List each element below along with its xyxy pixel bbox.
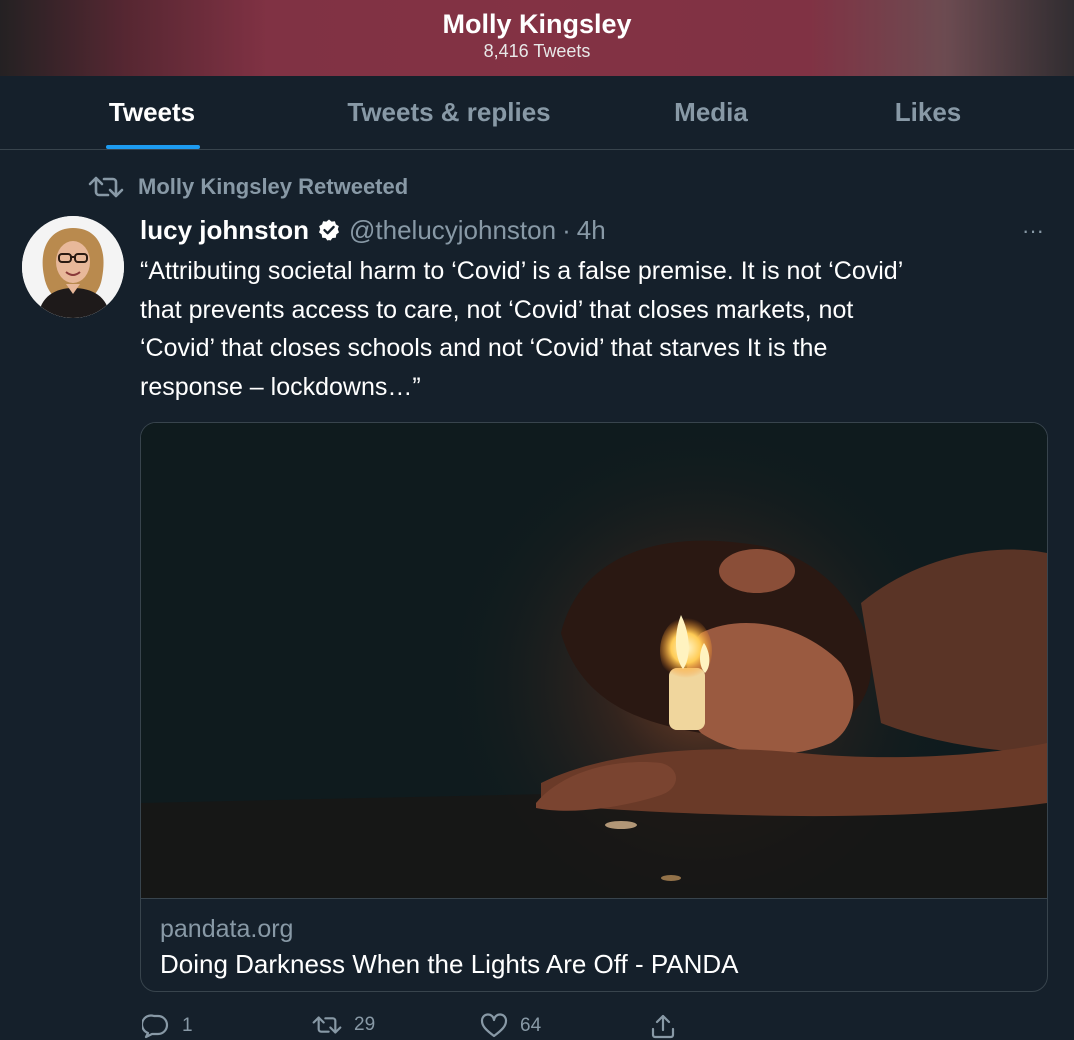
profile-tabs: Tweets Tweets & replies Media Likes [0,76,1074,150]
like-button[interactable]: 64 [480,1013,541,1039]
like-count: 64 [520,1015,542,1036]
tab-likes[interactable]: Likes [895,76,962,149]
tab-tweets[interactable]: Tweets [109,76,195,149]
active-tab-indicator [106,145,200,149]
tweet-text-line: ‘Covid’ that closes schools and not ‘Cov… [140,334,828,362]
link-preview-image [141,423,1047,899]
tab-media[interactable]: Media [674,76,748,149]
tweet-actions: 1 29 64 [0,1005,1074,1040]
tweet-header: lucy johnston @thelucyjohnston · 4h [140,212,606,248]
reply-count: 1 [182,1015,193,1036]
more-options-icon[interactable]: ··· [1018,218,1048,243]
tweet-text-line: that prevents access to care, not ‘Covid… [140,295,854,324]
retweet-count: 29 [354,1014,376,1035]
share-button[interactable] [650,1013,676,1039]
profile-header-banner: Molly Kingsley 8,416 Tweets [0,0,1074,76]
retweet-context[interactable]: Molly Kingsley Retweeted [88,172,408,202]
author-name[interactable]: lucy johnston [140,215,309,246]
tab-tweets-and-replies[interactable]: Tweets & replies [347,76,550,149]
verified-badge-icon [317,218,341,242]
retweet-label: Molly Kingsley Retweeted [138,174,409,199]
link-preview-card[interactable]: pandata.org Doing Darkness When the Ligh… [140,422,1048,992]
retweet-icon [88,174,124,200]
tweet-text-line: response – lockdowns…” [140,372,421,401]
tweet-count: 8,416 Tweets [483,41,591,61]
separator-dot: · [562,214,571,245]
reply-icon [142,1013,170,1039]
tweet-timestamp[interactable]: 4h [577,215,606,246]
link-domain: pandata.org [160,915,294,943]
author-handle[interactable]: @thelucyjohnston [349,215,556,246]
tweet-text-line: “Attributing societal harm to ‘Covid’ is… [140,257,904,285]
heart-icon [480,1013,508,1039]
retweet-button[interactable]: 29 [312,1013,375,1037]
reply-button[interactable]: 1 [142,1013,193,1039]
share-icon [650,1013,676,1039]
profile-name-title: Molly Kingsley [442,9,632,39]
avatar[interactable] [22,216,124,318]
link-title: Doing Darkness When the Lights Are Off -… [160,949,739,979]
retweet-icon [312,1013,342,1037]
tweet-text: “Attributing societal harm to ‘Covid’ is… [140,252,1040,406]
